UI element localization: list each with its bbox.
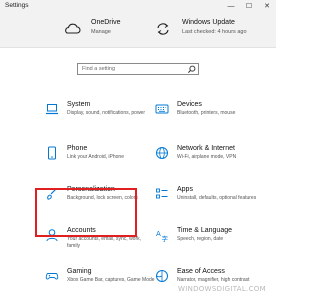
onedrive-title: OneDrive bbox=[91, 19, 121, 26]
category-gaming[interactable]: Gaming Xbox Game Bar, captures, Game Mod… bbox=[45, 268, 155, 300]
search-icon[interactable] bbox=[187, 65, 196, 74]
category-network[interactable]: Network & Internet Wi-Fi, airplane mode,… bbox=[155, 145, 265, 185]
category-ease-of-access[interactable]: Ease of Access Narrator, magnifier, high… bbox=[155, 268, 265, 300]
close-button[interactable]: ✕ bbox=[258, 0, 276, 14]
onedrive-link[interactable]: OneDrive Manage bbox=[63, 16, 153, 44]
search-box[interactable] bbox=[77, 63, 199, 75]
keyboard-icon bbox=[155, 104, 169, 114]
category-description: Speech, region, date bbox=[177, 236, 224, 242]
category-devices[interactable]: Devices Bluetooth, printers, mouse bbox=[155, 101, 265, 141]
window-controls: — ☐ ✕ bbox=[222, 0, 276, 14]
globe-icon bbox=[156, 147, 168, 159]
windows-update-title: Windows Update bbox=[182, 19, 235, 26]
category-description: Display, sound, notifications, power bbox=[67, 110, 146, 116]
category-phone[interactable]: Phone Link your Android, iPhone bbox=[45, 145, 155, 185]
category-title: Phone bbox=[67, 145, 88, 152]
category-description: Uninstall, defaults, optional features bbox=[177, 195, 257, 201]
category-title: Gaming bbox=[67, 268, 92, 275]
cloud-icon bbox=[65, 23, 81, 34]
onedrive-subtitle: Manage bbox=[91, 29, 111, 35]
category-title: System bbox=[67, 101, 91, 108]
category-title: Network & Internet bbox=[177, 145, 235, 152]
category-title: Time & Language bbox=[177, 227, 232, 234]
search-input[interactable] bbox=[82, 64, 182, 74]
time-language-icon: A 字 bbox=[156, 230, 169, 242]
category-description: Narrator, magnifier, high contrast bbox=[177, 277, 250, 283]
category-description: Your accounts, email, sync, work, family bbox=[67, 236, 142, 249]
category-system[interactable]: System Display, sound, notifications, po… bbox=[45, 101, 155, 141]
ease-of-access-icon bbox=[156, 270, 168, 282]
phone-icon bbox=[48, 146, 56, 160]
category-description: Bluetooth, printers, mouse bbox=[177, 110, 236, 116]
accounts-highlight-box bbox=[35, 188, 137, 237]
maximize-button[interactable]: ☐ bbox=[240, 0, 258, 14]
category-description: Link your Android, iPhone bbox=[67, 154, 124, 160]
category-description: Xbox Game Bar, captures, Game Mode bbox=[67, 277, 155, 283]
category-description: Wi-Fi, airplane mode, VPN bbox=[177, 154, 237, 160]
title-bar: Settings — ☐ ✕ bbox=[0, 0, 276, 14]
windows-update-link[interactable]: Windows Update Last checked: 4 hours ago bbox=[154, 16, 269, 44]
sync-icon bbox=[157, 23, 169, 35]
svg-text:A: A bbox=[156, 230, 161, 238]
windows-update-subtitle: Last checked: 4 hours ago bbox=[182, 29, 247, 35]
watermark: WINDOWSDIGITAL.COM bbox=[178, 285, 266, 293]
minimize-button[interactable]: — bbox=[222, 0, 240, 14]
apps-list-icon bbox=[156, 188, 168, 199]
header-bar: OneDrive Manage Windows Update Last chec… bbox=[0, 14, 276, 48]
category-title: Apps bbox=[177, 186, 193, 193]
svg-text:字: 字 bbox=[162, 234, 169, 242]
category-time-language[interactable]: A 字 Time & Language Speech, region, date bbox=[155, 227, 265, 267]
category-title: Ease of Access bbox=[177, 268, 225, 275]
window-title: Settings bbox=[5, 2, 29, 9]
category-apps[interactable]: Apps Uninstall, defaults, optional featu… bbox=[155, 186, 265, 226]
laptop-icon bbox=[46, 104, 58, 115]
gamepad-icon bbox=[45, 273, 59, 280]
category-title: Devices bbox=[177, 101, 202, 108]
